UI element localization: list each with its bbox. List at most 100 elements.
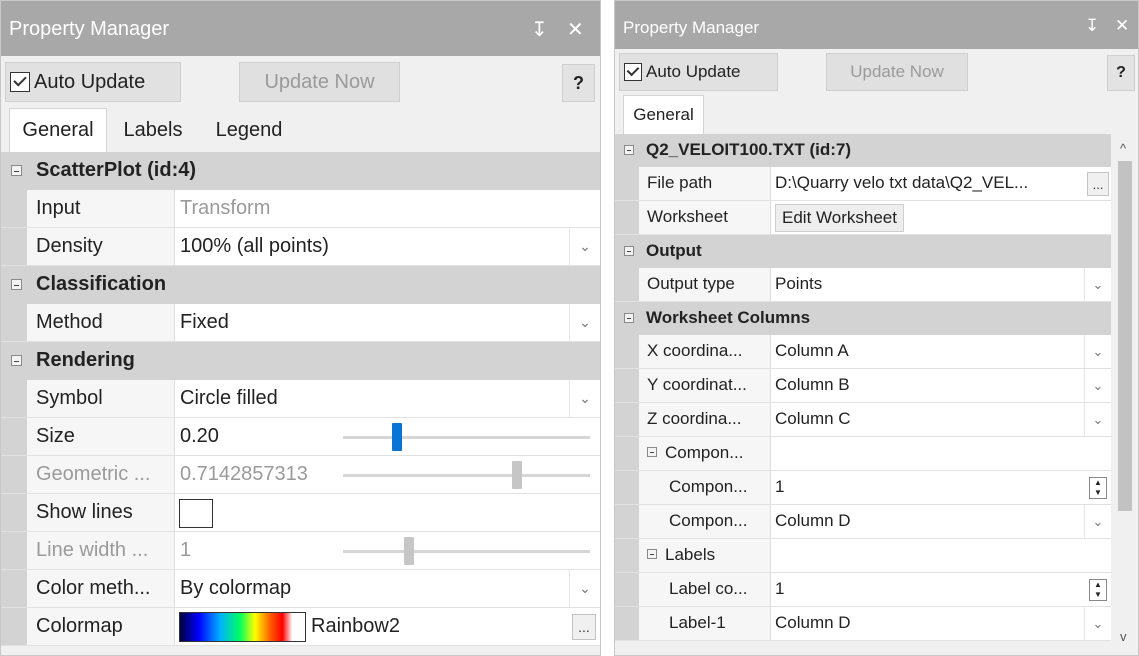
property-row-file-path[interactable]: File path D:\Quarry velo txt data\Q2_VEL…	[615, 167, 1111, 201]
category-rendering[interactable]: Rendering	[1, 342, 600, 380]
x-coordinate-dropdown[interactable]: Column A ⌄	[771, 335, 1111, 368]
tab-labels[interactable]: Labels	[107, 108, 199, 152]
collapse-icon[interactable]	[647, 447, 657, 457]
property-name: Size	[27, 418, 175, 455]
property-row-colormap[interactable]: Colormap Rainbow2 ...	[1, 608, 600, 646]
file-path-browse-button[interactable]: ...	[1087, 172, 1109, 196]
update-now-button[interactable]: Update Now	[239, 62, 400, 102]
z-coordinate-dropdown[interactable]: Column C ⌄	[771, 403, 1111, 436]
auto-update-checkbox[interactable]: Auto Update	[619, 53, 778, 91]
scroll-down-icon[interactable]: v	[1120, 629, 1127, 644]
label-1-dropdown[interactable]: Column D ⌄	[771, 607, 1111, 640]
label-count-field[interactable]: 1 ▲ ▼	[771, 573, 1111, 606]
colormap-swatch[interactable]	[179, 612, 306, 642]
collapse-icon[interactable]	[624, 145, 634, 155]
chevron-down-icon[interactable]: ⌄	[1084, 268, 1111, 301]
help-button[interactable]: ?	[562, 64, 595, 102]
size-slider-track[interactable]	[343, 436, 590, 439]
colormap-browse-button[interactable]: ...	[572, 614, 596, 640]
property-row-line-width[interactable]: Line width ... 1	[1, 532, 600, 570]
property-row-input[interactable]: Input Transform	[1, 190, 600, 228]
checkbox-icon	[624, 63, 642, 81]
auto-update-checkbox[interactable]: Auto Update	[5, 62, 181, 102]
property-row-label-count[interactable]: Label co... 1 ▲ ▼	[615, 573, 1111, 607]
property-row-geometric[interactable]: Geometric ... 0.7142857313	[1, 456, 600, 494]
property-row-color-method[interactable]: Color meth... By colormap ⌄	[1, 570, 600, 608]
property-row-output-type[interactable]: Output type Points ⌄	[615, 268, 1111, 302]
density-dropdown[interactable]: 100% (all points) ⌄	[175, 228, 600, 265]
property-row-labels-group[interactable]: Labels	[615, 539, 1111, 573]
update-now-button[interactable]: Update Now	[826, 53, 968, 91]
property-value: Circle filled	[180, 387, 278, 409]
method-dropdown[interactable]: Fixed ⌄	[175, 304, 600, 341]
collapse-icon[interactable]	[11, 279, 22, 290]
spinner-icon[interactable]: ▲ ▼	[1089, 579, 1107, 601]
property-name: Compon...	[639, 471, 771, 504]
property-name: Labels	[665, 545, 716, 564]
colormap-field[interactable]: Rainbow2 ...	[175, 608, 600, 645]
property-row-label-1[interactable]: Label-1 Column D ⌄	[615, 607, 1111, 641]
category-file[interactable]: Q2_VELOIT100.TXT (id:7)	[615, 134, 1111, 167]
size-slider-thumb[interactable]	[392, 423, 402, 451]
chevron-down-icon[interactable]: ⌄	[1084, 607, 1111, 640]
chevron-down-icon[interactable]: ⌄	[1084, 369, 1111, 402]
output-type-dropdown[interactable]: Points ⌄	[771, 268, 1111, 301]
chevron-down-icon[interactable]: ⌄	[1084, 505, 1111, 538]
file-path-field[interactable]: D:\Quarry velo txt data\Q2_VEL... ...	[771, 167, 1111, 200]
property-row-density[interactable]: Density 100% (all points) ⌄	[1, 228, 600, 266]
pin-icon[interactable]: ↧	[531, 17, 548, 42]
property-row-method[interactable]: Method Fixed ⌄	[1, 304, 600, 342]
collapse-icon[interactable]	[11, 355, 22, 366]
property-row-component-group[interactable]: Compon...	[615, 437, 1111, 471]
pin-icon[interactable]: ↧	[1085, 16, 1099, 36]
chevron-down-icon[interactable]: ⌄	[569, 380, 600, 417]
property-row-component-count[interactable]: Compon... 1 ▲ ▼	[615, 471, 1111, 505]
category-scatterplot[interactable]: ScatterPlot (id:4)	[1, 152, 600, 190]
edit-worksheet-button[interactable]: Edit Worksheet	[775, 204, 904, 232]
property-value: 1	[775, 477, 785, 496]
property-name: Input	[27, 190, 175, 227]
property-value: 0.20	[180, 425, 219, 447]
chevron-down-icon[interactable]: ⌄	[569, 228, 600, 265]
show-lines-checkbox[interactable]	[179, 499, 213, 528]
tab-general[interactable]: General	[9, 108, 107, 152]
component-count-field[interactable]: 1 ▲ ▼	[771, 471, 1111, 504]
category-output[interactable]: Output	[615, 235, 1111, 268]
component-1-dropdown[interactable]: Column D ⌄	[771, 505, 1111, 538]
collapse-icon[interactable]	[624, 246, 634, 256]
scroll-up-icon[interactable]: ^	[1120, 141, 1126, 156]
panel-title: Property Manager	[9, 18, 170, 40]
tab-general[interactable]: General	[623, 95, 704, 134]
y-coordinate-dropdown[interactable]: Column B ⌄	[771, 369, 1111, 402]
help-button[interactable]: ?	[1107, 55, 1135, 91]
color-method-dropdown[interactable]: By colormap ⌄	[175, 570, 600, 607]
close-icon[interactable]: ✕	[567, 17, 584, 42]
property-row-show-lines[interactable]: Show lines	[1, 494, 600, 532]
close-icon[interactable]: ✕	[1115, 16, 1129, 36]
property-row-component-1[interactable]: Compon... Column D ⌄	[615, 505, 1111, 539]
collapse-icon[interactable]	[647, 549, 657, 559]
property-row-size[interactable]: Size 0.20	[1, 418, 600, 456]
chevron-down-icon[interactable]: ⌄	[1084, 335, 1111, 368]
tab-legend[interactable]: Legend	[199, 108, 299, 152]
spinner-icon[interactable]: ▲ ▼	[1089, 477, 1107, 499]
property-row-x-coordinate[interactable]: X coordina... Column A ⌄	[615, 335, 1111, 369]
vertical-scrollbar[interactable]: ^ v	[1113, 135, 1137, 655]
tab-strip: General	[615, 95, 1138, 134]
collapse-icon[interactable]	[624, 313, 634, 323]
collapse-icon[interactable]	[11, 165, 22, 176]
property-value: D:\Quarry velo txt data\Q2_VEL...	[775, 173, 1029, 192]
symbol-dropdown[interactable]: Circle filled ⌄	[175, 380, 600, 417]
category-classification[interactable]: Classification	[1, 266, 600, 304]
chevron-down-icon[interactable]: ⌄	[569, 304, 600, 341]
chevron-down-icon[interactable]: ⌄	[1084, 403, 1111, 436]
property-row-worksheet[interactable]: Worksheet Edit Worksheet	[615, 201, 1111, 235]
chevron-down-icon[interactable]: ⌄	[569, 570, 600, 607]
scrollbar-thumb[interactable]	[1118, 161, 1132, 511]
property-row-y-coordinate[interactable]: Y coordinat... Column B ⌄	[615, 369, 1111, 403]
category-worksheet-columns[interactable]: Worksheet Columns	[615, 302, 1111, 335]
property-row-z-coordinate[interactable]: Z coordina... Column C ⌄	[615, 403, 1111, 437]
category-label: Worksheet Columns	[646, 308, 811, 327]
size-field[interactable]: 0.20	[175, 418, 600, 455]
property-row-symbol[interactable]: Symbol Circle filled ⌄	[1, 380, 600, 418]
